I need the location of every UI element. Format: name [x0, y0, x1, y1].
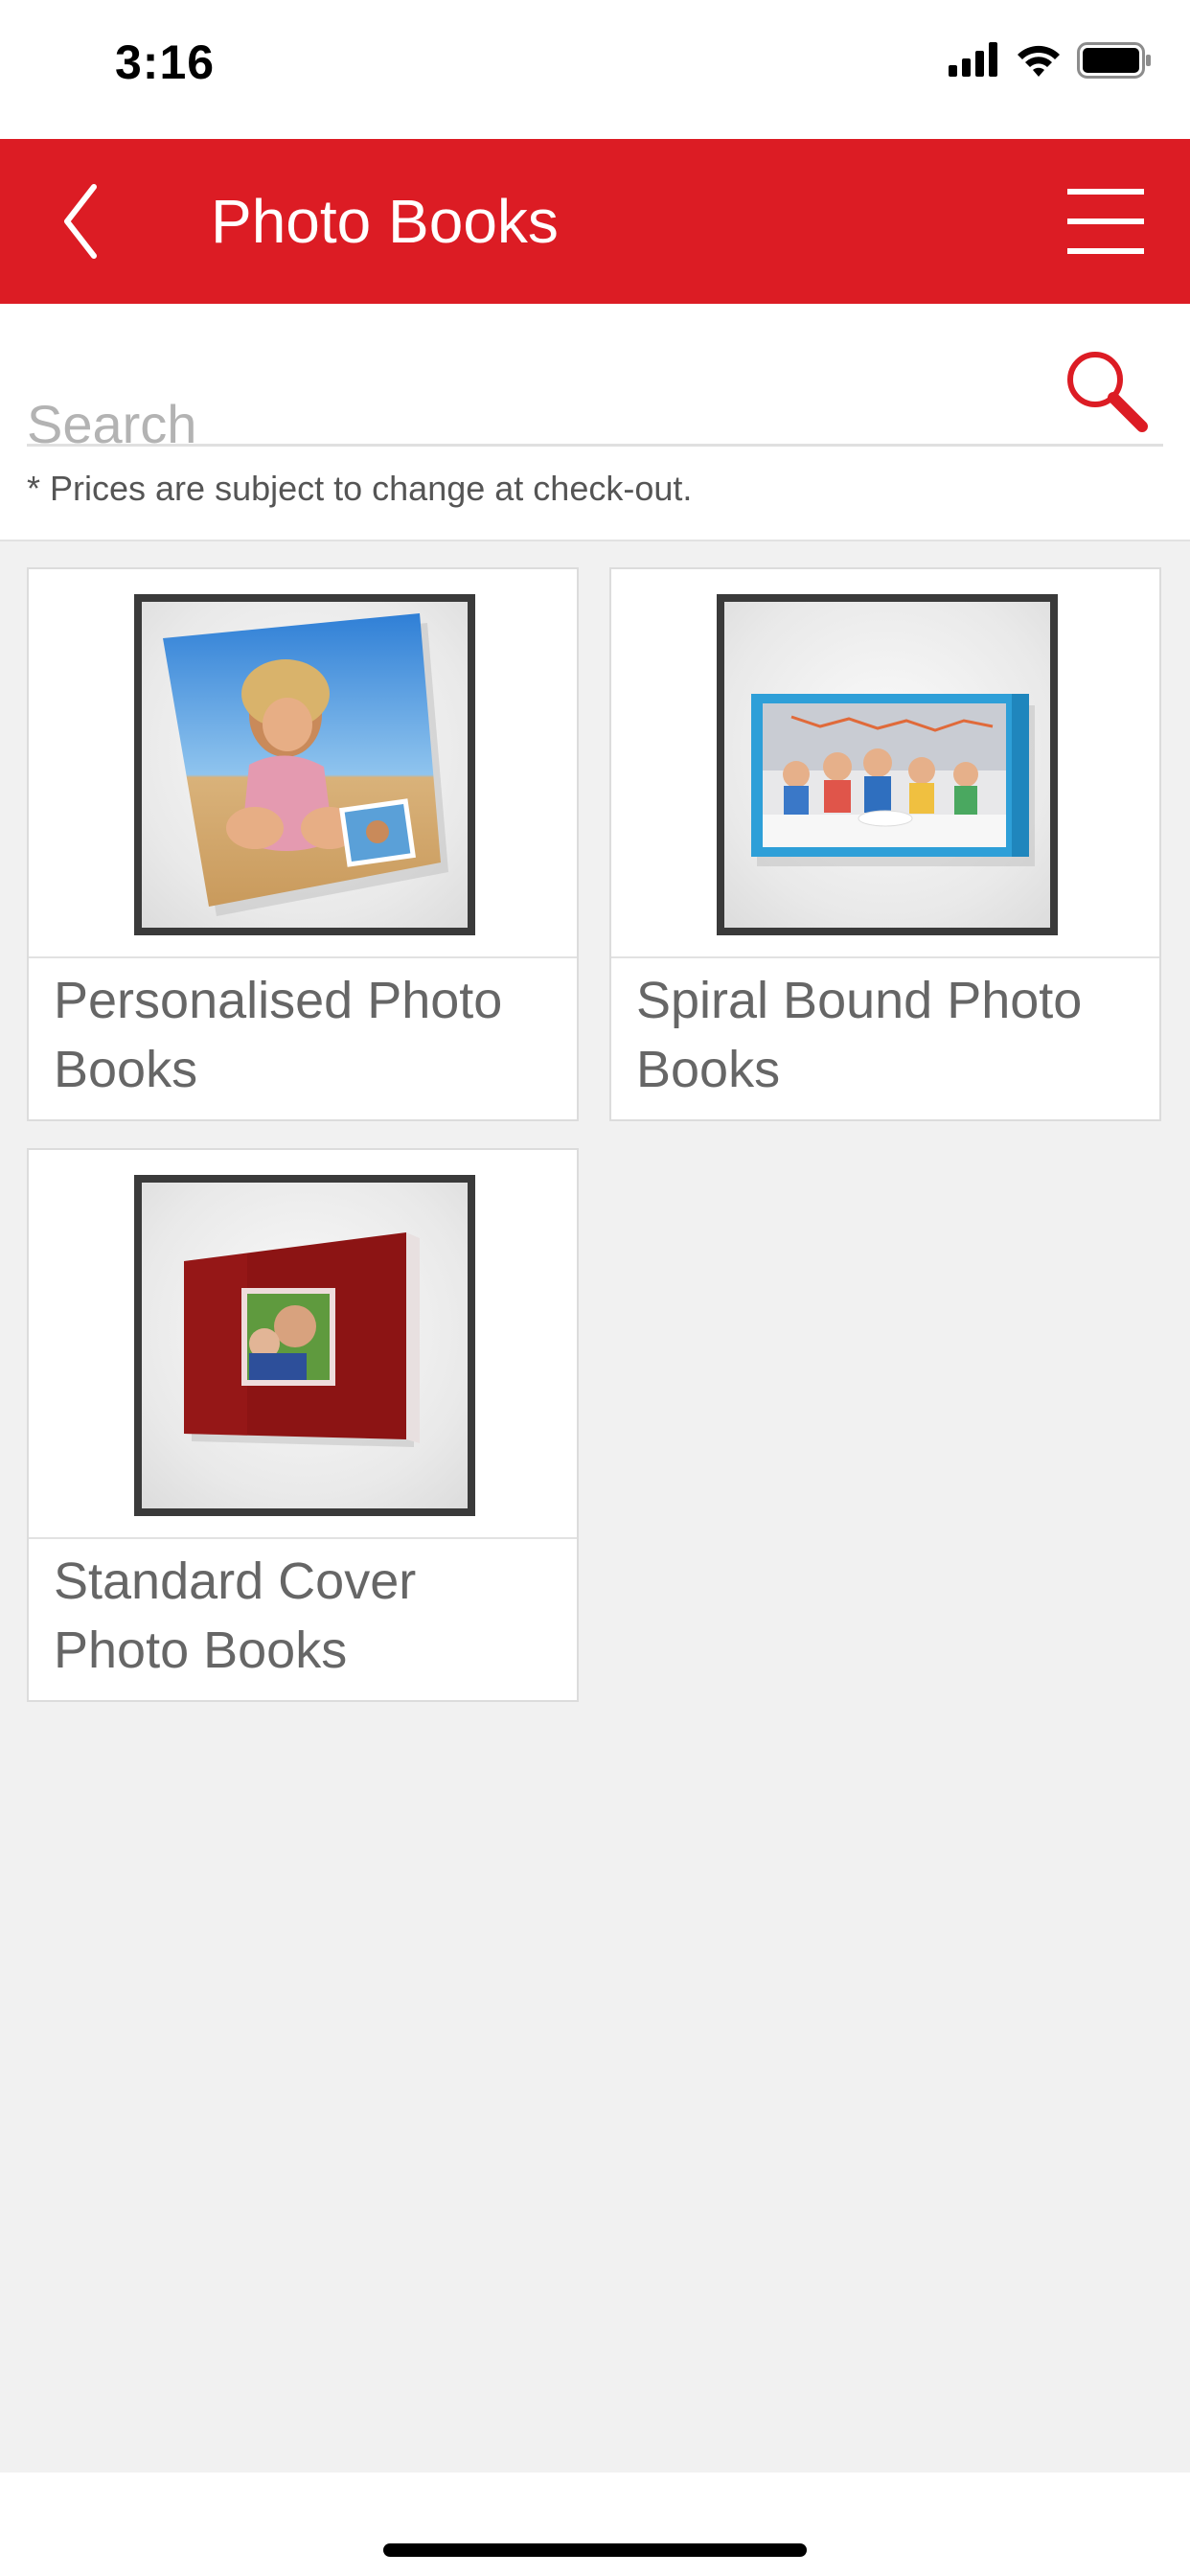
search-icon: [1067, 352, 1148, 432]
home-indicator[interactable]: [383, 2543, 807, 2557]
product-label: Spiral Bound Photo Books: [636, 972, 1083, 1098]
hamburger-menu-icon: [1067, 189, 1144, 254]
page-title: Photo Books: [211, 187, 559, 256]
search-underline: [27, 444, 1163, 447]
home-bar-area: [0, 2472, 1190, 2576]
battery-icon: [1077, 42, 1151, 79]
product-image-area: [29, 1150, 577, 1539]
product-label: Personalised Photo Books: [54, 972, 503, 1098]
cellular-signal-icon: [949, 42, 997, 77]
search-input[interactable]: [27, 371, 1042, 476]
product-card-standard-cover-photo-books[interactable]: Standard Cover Photo Books: [27, 1148, 579, 1702]
status-bar: 3:16: [0, 0, 1190, 139]
search-panel: * Prices are subject to change at check-…: [0, 304, 1190, 541]
price-disclaimer: * Prices are subject to change at check-…: [27, 469, 693, 508]
kids-birthday-party-photo-book-image: [751, 694, 1035, 866]
girl-on-beach-photo-book-image: [163, 613, 448, 916]
product-card-spiral-bound-photo-books[interactable]: Spiral Bound Photo Books: [609, 567, 1161, 1121]
product-image-frame: [134, 1175, 475, 1516]
wifi-icon: [1018, 45, 1060, 77]
chevron-left-icon: [64, 184, 97, 259]
product-image-area: [611, 569, 1159, 958]
menu-button[interactable]: [1067, 185, 1144, 258]
product-image-frame: [134, 594, 475, 935]
red-cover-photo-book-image: [184, 1232, 420, 1447]
product-image-area: [29, 569, 577, 958]
search-button[interactable]: [1062, 346, 1150, 434]
app-header: Photo Books: [0, 139, 1190, 304]
status-time: 3:16: [115, 35, 216, 89]
product-image-frame: [717, 594, 1058, 935]
product-card-personalised-photo-books[interactable]: Personalised Photo Books: [27, 567, 579, 1121]
back-button[interactable]: [48, 177, 115, 265]
product-label: Standard Cover Photo Books: [54, 1552, 417, 1679]
